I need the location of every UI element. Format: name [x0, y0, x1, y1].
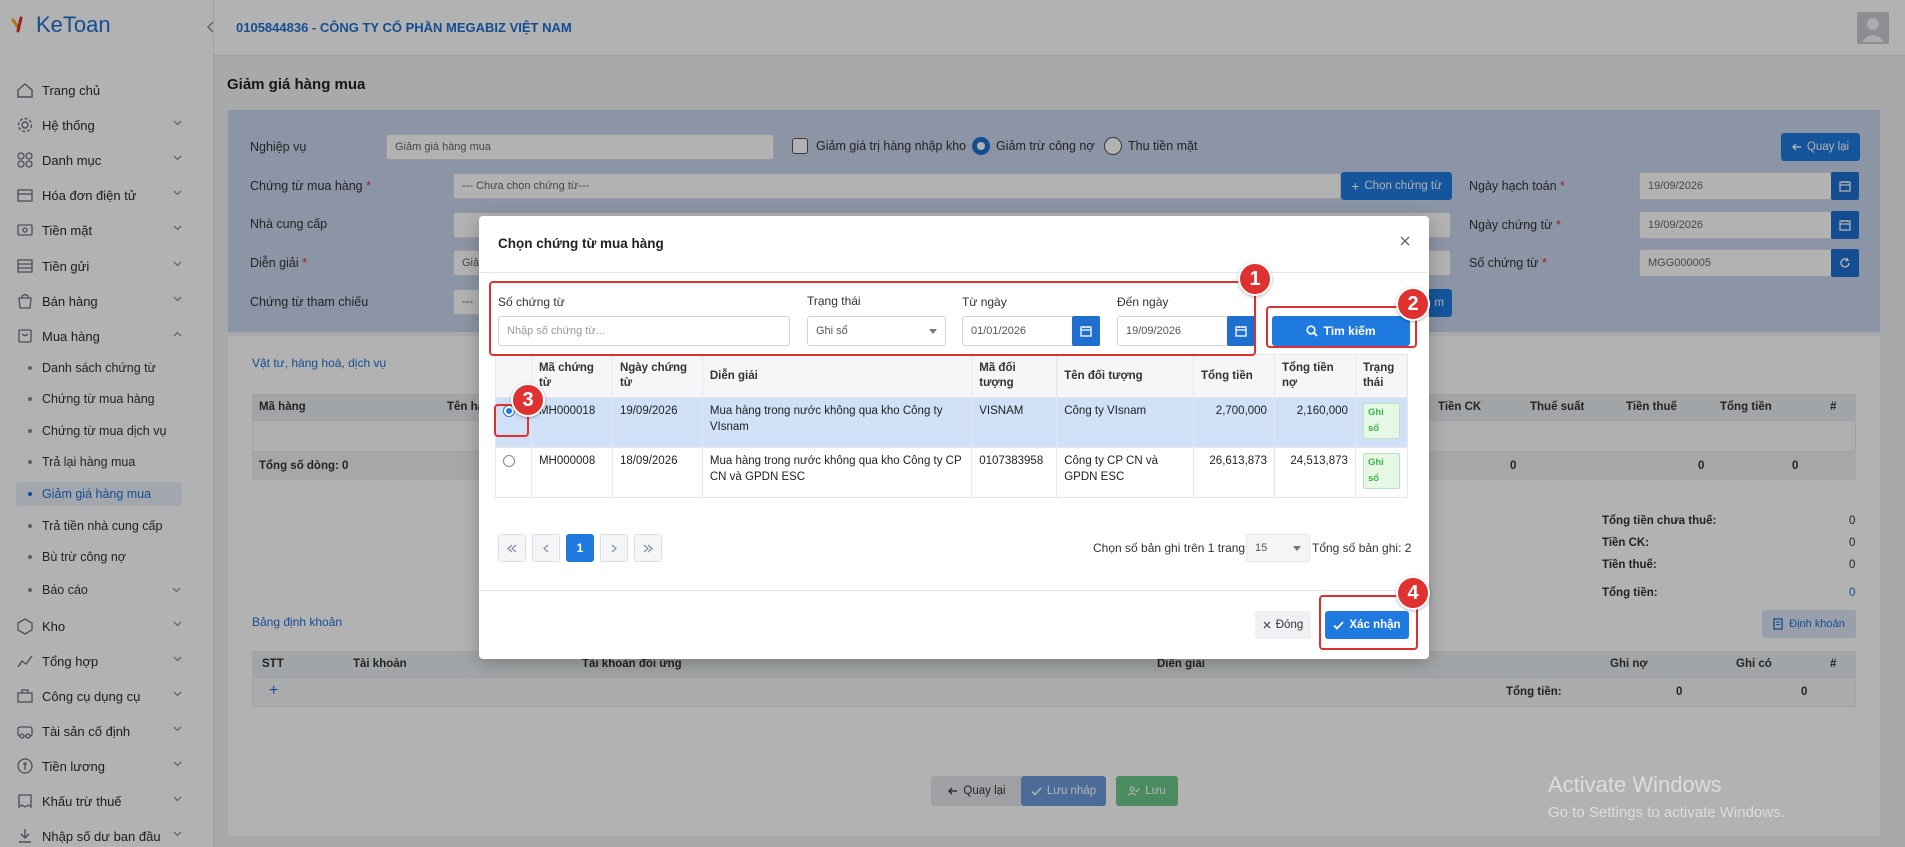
cell-ngay: 18/09/2026	[611, 447, 703, 498]
cell-ma-dt: 0107383958	[971, 447, 1058, 498]
callout-badge-1: 1	[1238, 262, 1272, 296]
col-tong-tien-no: Tổng tiền nợ	[1273, 354, 1356, 398]
cell-dien-giai: Mua hàng trong nước không qua kho Công t…	[701, 447, 973, 498]
table-row[interactable]: MH000018 19/09/2026 Mua hàng trong nước …	[495, 397, 1409, 448]
cell-trang-thai: Ghi sổ	[1354, 397, 1409, 448]
callout-badge-3: 3	[511, 383, 545, 417]
last-page-icon[interactable]	[634, 534, 662, 562]
total-records: Tổng số bản ghi: 2	[1312, 541, 1411, 555]
table-header-row: Mã chứng từ Ngày chứng từ Diễn giải Mã đ…	[495, 354, 1409, 398]
first-page-icon[interactable]	[498, 534, 526, 562]
status-badge: Ghi sổ	[1362, 453, 1400, 489]
status-badge: Ghi sổ	[1362, 403, 1400, 439]
cell-ma: MH000008	[530, 447, 613, 498]
per-page-select[interactable]: 15	[1246, 534, 1310, 562]
cell-tong-no: 24,513,873	[1273, 447, 1356, 498]
modal-divider	[479, 272, 1429, 273]
col-ma-chung-tu: Mã chứng từ	[530, 354, 613, 398]
cell-ngay: 19/09/2026	[611, 397, 703, 448]
cell-ten-dt: Công ty CP CN và GPDN ESC	[1056, 447, 1194, 498]
callout-box-2	[1266, 306, 1417, 348]
page-1-button[interactable]: 1	[566, 534, 594, 562]
row-radio[interactable]	[503, 455, 515, 467]
col-ngay-chung-tu: Ngày chứng từ	[611, 354, 703, 398]
col-tong-tien: Tổng tiền	[1193, 354, 1275, 398]
total-records-value: 2	[1404, 541, 1412, 555]
modal-footer-divider	[479, 590, 1429, 591]
modal-close-button[interactable]: Đóng	[1255, 611, 1311, 639]
chung-tu-table: Mã chứng từ Ngày chứng từ Diễn giải Mã đ…	[495, 354, 1409, 498]
col-trang-thai: Trạng thái	[1354, 354, 1409, 398]
col-dien-giai: Diễn giải	[701, 354, 973, 398]
windows-watermark-title: Activate Windows	[1548, 772, 1722, 797]
cell-trang-thai: Ghi sổ	[1354, 447, 1409, 498]
cell-tong: 2,700,000	[1193, 397, 1275, 448]
col-ten-doi-tuong: Tên đối tượng	[1056, 354, 1194, 398]
callout-badge-4: 4	[1396, 576, 1430, 610]
total-records-label: Tổng số bản ghi:	[1312, 541, 1402, 555]
cell-ma-dt: VISNAM	[971, 397, 1058, 448]
callout-box-1	[489, 281, 1256, 356]
per-page-value: 15	[1255, 542, 1268, 554]
per-page-label: Chọn số bản ghi trên 1 trang:	[1093, 541, 1249, 555]
next-page-icon[interactable]	[600, 534, 628, 562]
caret-down-icon	[1293, 546, 1301, 551]
windows-watermark-sub: Go to Settings to activate Windows.	[1548, 804, 1785, 821]
cell-tong-no: 2,160,000	[1273, 397, 1356, 448]
close-icon	[1263, 621, 1271, 629]
modal-close-label: Đóng	[1275, 619, 1304, 631]
modal-title: Chọn chứng từ mua hàng	[498, 236, 664, 251]
cell-ten-dt: Công ty VIsnam	[1056, 397, 1194, 448]
cell-tong: 26,613,873	[1193, 447, 1275, 498]
close-icon[interactable]	[1399, 235, 1411, 247]
row-select-cell[interactable]	[495, 447, 532, 498]
callout-badge-2: 2	[1396, 287, 1430, 321]
table-row[interactable]: MH000008 18/09/2026 Mua hàng trong nước …	[495, 447, 1409, 498]
cell-dien-giai: Mua hàng trong nước không qua kho Công t…	[701, 397, 973, 448]
col-ma-doi-tuong: Mã đối tượng	[971, 354, 1058, 398]
prev-page-icon[interactable]	[532, 534, 560, 562]
